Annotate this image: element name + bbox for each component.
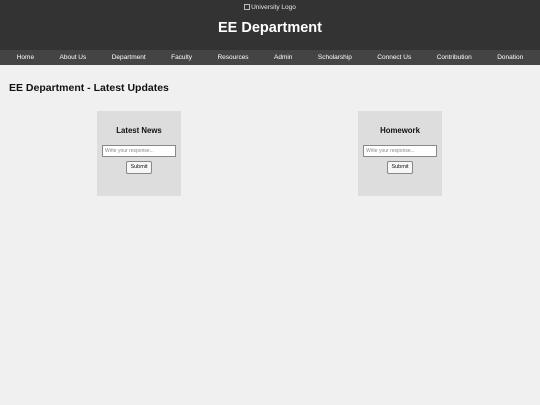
- homework-response-input[interactable]: [363, 145, 437, 157]
- homework-submit-button[interactable]: Submit: [387, 161, 413, 174]
- nav-item-contribution[interactable]: Contribution: [437, 50, 472, 65]
- nav-item-resources[interactable]: Resources: [217, 50, 248, 65]
- nav-item-scholarship[interactable]: Scholarship: [318, 50, 352, 65]
- nav-item-about-us[interactable]: About Us: [60, 50, 87, 65]
- logo-alt-text: University Logo: [251, 4, 296, 11]
- card-title: Latest News: [116, 126, 162, 135]
- main-nav: Home About Us Department Faculty Resourc…: [0, 50, 540, 65]
- nav-item-home[interactable]: Home: [17, 50, 34, 65]
- nav-item-faculty[interactable]: Faculty: [171, 50, 192, 65]
- nav-item-connect-us[interactable]: Connect Us: [377, 50, 411, 65]
- nav-item-department[interactable]: Department: [112, 50, 146, 65]
- university-logo: University Logo: [0, 4, 540, 12]
- latest-news-response-input[interactable]: [102, 145, 176, 157]
- card-title: Homework: [380, 126, 420, 135]
- latest-news-card: Latest News Submit: [97, 111, 181, 196]
- latest-news-submit-button[interactable]: Submit: [126, 161, 152, 174]
- site-header: University Logo EE Department: [0, 0, 540, 50]
- homework-card: Homework Submit: [358, 111, 442, 196]
- nav-item-donation[interactable]: Donation: [497, 50, 523, 65]
- nav-item-admin[interactable]: Admin: [274, 50, 292, 65]
- page-heading: EE Department - Latest Updates: [9, 82, 169, 94]
- broken-image-icon: [244, 4, 251, 10]
- site-title: EE Department: [218, 20, 322, 36]
